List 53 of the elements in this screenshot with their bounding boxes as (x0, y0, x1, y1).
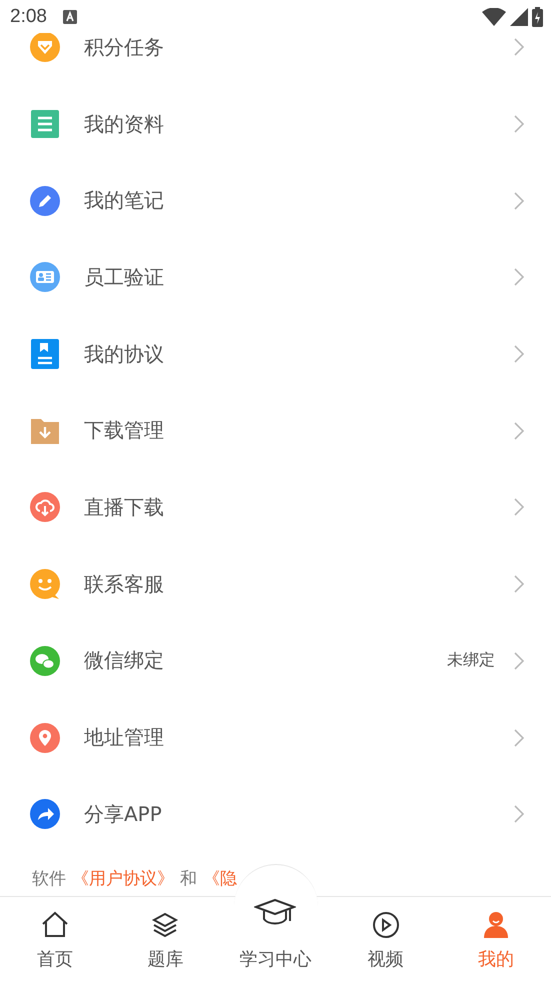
menu-label: 地址管理 (84, 724, 164, 752)
menu-value: 未绑定 (447, 650, 495, 672)
menu-label: 下载管理 (84, 417, 164, 444)
menu-label: 微信绑定 (84, 647, 164, 674)
menu-label: 积分任务 (84, 34, 164, 61)
notification-icon (62, 10, 77, 24)
location-pin-icon (30, 722, 60, 753)
menu-label: 我的笔记 (84, 187, 164, 214)
tab[interactable]: 首页 (0, 897, 110, 981)
document-icon (30, 109, 60, 140)
menu-item[interactable]: 联系客服 (0, 546, 551, 622)
menu-item[interactable]: 微信绑定 未绑定 (0, 622, 551, 700)
pencil-icon (30, 186, 60, 216)
tab[interactable]: 视频 (330, 897, 441, 981)
menu-item[interactable]: 下载管理 (0, 392, 551, 470)
chevron-icon (513, 420, 525, 441)
footer-text: 和 (180, 868, 197, 890)
menu-label: 联系客服 (84, 570, 164, 598)
chevron-icon (513, 114, 525, 134)
signal-icon (510, 8, 528, 26)
menu-item[interactable]: 我的笔记 (0, 162, 551, 240)
chevron-icon (513, 728, 525, 748)
menu-label: 我的资料 (84, 110, 164, 138)
menu-item[interactable]: 我的协议 (0, 316, 551, 392)
menu-item[interactable]: 员工验证 (0, 239, 551, 316)
chevron-icon (513, 190, 525, 211)
footer-text: 软件 (32, 868, 66, 890)
menu-item[interactable]: 我的资料 (0, 86, 551, 162)
menu-label: 直播下载 (84, 494, 164, 521)
chevron-icon (513, 267, 525, 288)
chevron-icon (513, 650, 525, 671)
menu-item[interactable]: 直播下载 (0, 469, 551, 546)
status-time: 2:08 (10, 6, 47, 28)
menu-item[interactable]: 积分任务 (0, 33, 551, 86)
menu-item[interactable]: 地址管理 (0, 699, 551, 776)
booklet-icon (30, 339, 60, 370)
menu-label: 分享APP (84, 800, 162, 828)
cloud-download-icon (30, 492, 60, 522)
wifi-icon (482, 8, 506, 26)
menu-item[interactable]: 分享APP (0, 776, 551, 853)
tab[interactable]: 学习中心 (220, 897, 331, 981)
smiley-chat-icon (30, 569, 60, 600)
chevron-icon (513, 37, 525, 58)
chevron-icon (513, 344, 525, 364)
id-card-icon (30, 262, 60, 292)
menu-label: 我的协议 (84, 340, 164, 368)
chevron-icon (513, 804, 525, 824)
chat-bubbles-icon (30, 646, 60, 676)
chevron-icon (513, 574, 525, 594)
tab[interactable]: 题库 (110, 897, 220, 981)
chevron-icon (513, 497, 525, 518)
menu-label: 员工验证 (84, 264, 164, 291)
battery-icon (532, 6, 543, 26)
